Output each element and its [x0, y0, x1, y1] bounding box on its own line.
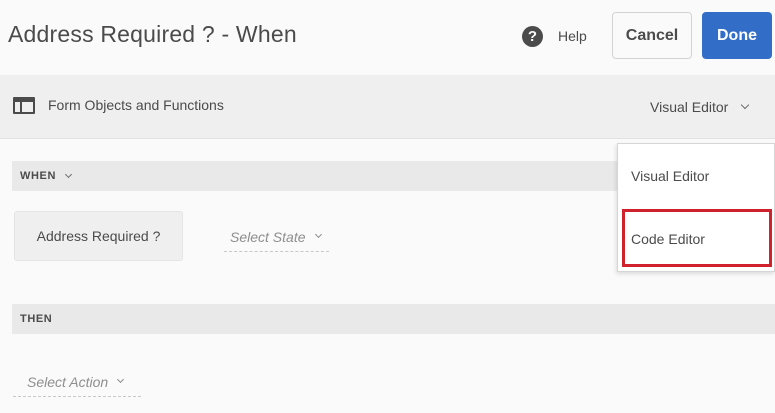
select-action-placeholder: Select Action — [27, 373, 109, 390]
chevron-down-icon — [117, 375, 125, 384]
chevron-down-icon[interactable] — [741, 100, 750, 110]
condition-object-card[interactable]: Address Required ? — [14, 211, 183, 261]
help-icon[interactable]: ? — [522, 25, 543, 47]
chevron-down-icon[interactable] — [64, 170, 73, 179]
chevron-down-icon — [314, 230, 322, 239]
editor-mode-menu: Visual Editor Code Editor — [617, 143, 775, 272]
help-link[interactable]: ? Help — [522, 24, 587, 48]
editor-mode-dropdown[interactable]: Visual Editor — [650, 97, 750, 117]
editor-toolbar: Form Objects and Functions Visual Editor — [0, 75, 775, 139]
then-label: THEN — [20, 313, 53, 325]
form-objects-label[interactable]: Form Objects and Functions — [48, 97, 224, 113]
then-section-header: THEN — [12, 304, 775, 334]
condition-label: Address Required ? — [36, 228, 161, 244]
editor-mode-selected[interactable]: Visual Editor — [650, 99, 728, 115]
panel-icon[interactable] — [13, 97, 35, 114]
header-bar: Address Required ? - When ? Help Cancel … — [0, 0, 775, 75]
page-title: Address Required ? - When — [8, 21, 297, 47]
cancel-button[interactable]: Cancel — [612, 12, 692, 59]
select-action-dropdown[interactable]: Select Action — [13, 367, 141, 397]
when-label: WHEN — [20, 170, 57, 182]
menu-item-code-editor[interactable]: Code Editor — [618, 211, 774, 267]
done-button[interactable]: Done — [702, 12, 772, 59]
help-label[interactable]: Help — [558, 28, 587, 44]
when-toggle[interactable]: WHEN — [12, 170, 73, 182]
menu-item-visual-editor[interactable]: Visual Editor — [618, 148, 774, 204]
select-state-placeholder: Select State — [230, 228, 306, 245]
select-state-dropdown[interactable]: Select State — [224, 222, 329, 252]
